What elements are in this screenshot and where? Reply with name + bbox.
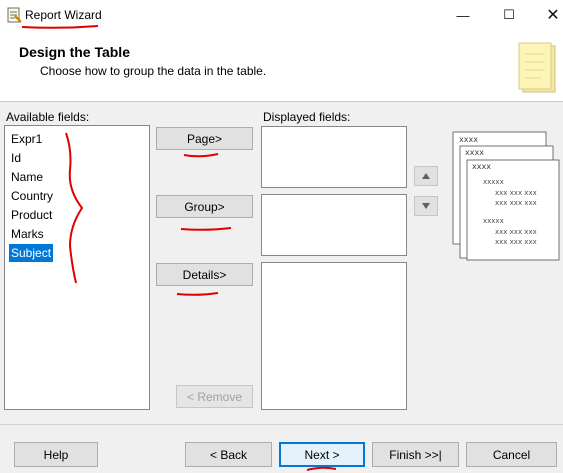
close-icon: ✕ [546, 7, 560, 24]
preview-row-1: xxx xxx xxx [495, 189, 537, 197]
list-item-subject[interactable]: Subject [9, 244, 54, 262]
preview-group-label: xxxx [465, 148, 484, 157]
footer-divider [0, 424, 563, 425]
table-layout-preview: xxxx xxxx xxxx xxxxx xxx xxx xxx xxx xxx… [452, 131, 560, 261]
cancel-button[interactable]: Cancel [466, 442, 557, 467]
group-button[interactable]: Group> [156, 195, 253, 218]
notes-icon [518, 42, 556, 93]
list-item-marks[interactable]: Marks [9, 225, 46, 243]
minimize-icon: — [456, 7, 470, 23]
displayed-fields-label: Displayed fields: [263, 110, 351, 124]
window-title: Report Wizard [25, 8, 102, 22]
available-fields-label: Available fields: [6, 110, 90, 124]
preview-row-3: xxx xxx xxx [495, 228, 537, 236]
annotation-details-underline [176, 292, 219, 296]
maximize-icon: ☐ [503, 7, 515, 22]
finish-button[interactable]: Finish >>| [372, 442, 459, 467]
minimize-button[interactable]: — [440, 0, 486, 30]
arrow-down-icon [422, 203, 430, 209]
group-fields-list[interactable] [261, 194, 407, 256]
close-button[interactable]: ✕ [530, 0, 563, 30]
annotation-next-underline [306, 466, 337, 471]
report-wizard-icon [7, 7, 22, 23]
arrow-up-icon [422, 173, 430, 179]
list-item-name[interactable]: Name [9, 168, 45, 186]
page-title: Design the Table [19, 44, 130, 60]
list-item-product[interactable]: Product [9, 206, 54, 224]
page-subtitle: Choose how to group the data in the tabl… [40, 64, 267, 78]
help-button[interactable]: Help [14, 442, 98, 467]
list-item-expr1[interactable]: Expr1 [9, 130, 44, 148]
wizard-header: Design the Table Choose how to group the… [0, 30, 563, 102]
list-item-country[interactable]: Country [9, 187, 55, 205]
preview-detail-label: xxxx [472, 162, 491, 171]
remove-button[interactable]: < Remove [176, 385, 253, 408]
maximize-button[interactable]: ☐ [486, 0, 532, 30]
details-fields-list[interactable] [261, 262, 407, 410]
preview-group-2: xxxxx [483, 217, 504, 225]
move-up-button[interactable] [414, 166, 438, 186]
next-button[interactable]: Next > [279, 442, 365, 467]
title-bar: Report Wizard — ☐ ✕ [0, 0, 563, 30]
annotation-page-underline [183, 153, 219, 158]
details-button[interactable]: Details> [156, 263, 253, 286]
move-down-button[interactable] [414, 196, 438, 216]
annotation-group-underline [180, 227, 232, 231]
preview-row-2: xxx xxx xxx [495, 199, 537, 207]
page-fields-list[interactable] [261, 126, 407, 188]
preview-group-1: xxxxx [483, 178, 504, 186]
page-button[interactable]: Page> [156, 127, 253, 150]
list-item-id[interactable]: Id [9, 149, 23, 167]
preview-page-label: xxxx [459, 135, 478, 144]
available-fields-list[interactable]: Expr1 Id Name Country Product Marks Subj… [4, 125, 150, 410]
back-button[interactable]: < Back [185, 442, 272, 467]
preview-row-4: xxx xxx xxx [495, 238, 537, 246]
